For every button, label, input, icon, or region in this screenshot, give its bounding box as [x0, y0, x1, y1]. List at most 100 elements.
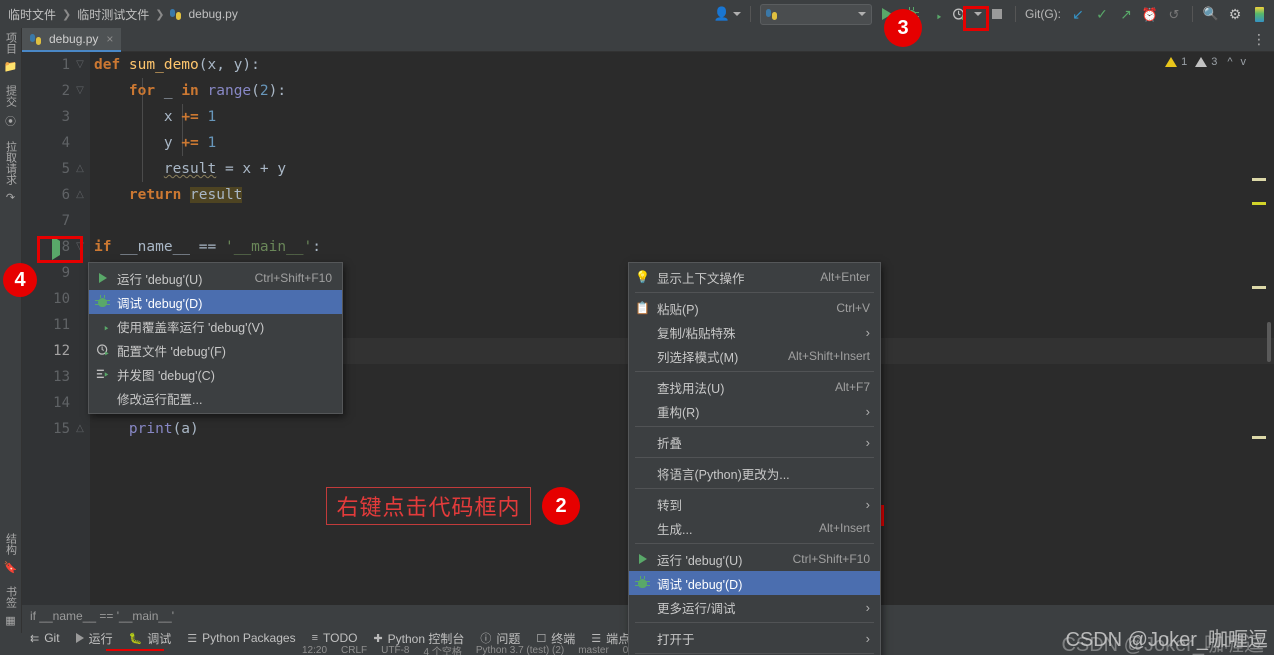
breadcrumb-item-1[interactable]: 临时测试文件	[77, 6, 149, 23]
search-icon[interactable]: 🔍	[1202, 3, 1220, 25]
status-git-branch[interactable]: master	[578, 645, 609, 655]
code-line[interactable]: 1 def sum_demo(x, y):	[22, 52, 1274, 78]
tool-window-endpoints[interactable]: ☰ 端点	[591, 630, 630, 647]
push-icon[interactable]: ↗	[1117, 3, 1135, 25]
code-line[interactable]: 4 y += 1	[22, 130, 1274, 156]
run-configuration-selector[interactable]	[760, 3, 872, 25]
tab-debug-py[interactable]: debug.py ×	[22, 28, 122, 52]
context-menu-item[interactable]: 打开于 ›	[629, 626, 880, 650]
stop-button[interactable]	[988, 3, 1006, 25]
run-with-coverage-button[interactable]	[926, 3, 944, 25]
context-menu-item[interactable]: 将语言(Python)更改为...	[629, 461, 880, 485]
context-menu-item[interactable]: 生成... Alt+Insert	[629, 516, 880, 540]
tool-window-python-packages[interactable]: ☰ Python Packages	[187, 631, 295, 645]
line-number[interactable]: 5	[22, 156, 70, 182]
close-icon[interactable]: ×	[106, 32, 113, 46]
sidebar-item-commit[interactable]: 提交	[0, 81, 21, 111]
scrollbar-marker[interactable]	[1252, 178, 1266, 181]
gear-icon[interactable]: ⚙	[1226, 3, 1244, 25]
line-number[interactable]: 4	[22, 130, 70, 156]
commit-icon[interactable]: ✓	[1093, 3, 1111, 25]
code-token: +=	[181, 135, 208, 151]
menu-item-run-debug[interactable]: 运行 'debug'(U) Ctrl+Shift+F10	[89, 266, 342, 290]
breadcrumb-item-0[interactable]: 临时文件	[8, 6, 56, 23]
tool-window-todo[interactable]: ≡ TODO	[312, 631, 358, 645]
line-number[interactable]: 6	[22, 182, 70, 208]
line-number[interactable]: 14	[22, 390, 70, 416]
line-number[interactable]: 15	[22, 416, 70, 442]
code-line[interactable]: 8 if __name__ == '__main__':	[22, 234, 1274, 260]
inspection-summary[interactable]: 1 3 ^ v	[1165, 56, 1246, 68]
code-line[interactable]: 3 x += 1	[22, 104, 1274, 130]
sidebar-item-bookmarks[interactable]: 书签	[0, 582, 21, 612]
context-menu-item[interactable]: 重构(R) ›	[629, 399, 880, 423]
tool-window-debug[interactable]: 🐛 调试	[129, 630, 172, 647]
code-line[interactable]: 2 for _ in range(2):	[22, 78, 1274, 104]
menu-item-run-with-coverage[interactable]: 使用覆盖率运行 'debug'(V)	[89, 314, 342, 338]
line-number[interactable]: 11	[22, 312, 70, 338]
fold-marker[interactable]: △	[74, 182, 86, 208]
context-menu-item[interactable]: 折叠 ›	[629, 430, 880, 454]
context-menu-item[interactable]: 列选择模式(M) Alt+Shift+Insert	[629, 344, 880, 368]
status-caret-position[interactable]: 12:20	[302, 645, 327, 655]
scrollbar-marker[interactable]	[1252, 436, 1266, 439]
editor-breadcrumb-text[interactable]: if __name__ == '__main__'	[30, 609, 174, 623]
context-menu-item[interactable]: 转到 ›	[629, 492, 880, 516]
code-line[interactable]: 6 return result	[22, 182, 1274, 208]
status-line-separator[interactable]: CRLF	[341, 645, 367, 655]
tool-window-terminal[interactable]: ☐ 终端	[536, 630, 575, 647]
scrollbar-marker[interactable]	[1252, 202, 1266, 205]
breadcrumb-item-2[interactable]: debug.py	[188, 7, 237, 21]
line-number[interactable]: 1	[22, 52, 70, 78]
code-line-text: print(a)	[94, 416, 199, 442]
scrollbar-marker[interactable]	[1252, 286, 1266, 289]
sidebar-item-project[interactable]: 项目	[0, 28, 21, 58]
sidebar-item-structure[interactable]: 结构	[0, 529, 21, 559]
gutter-run-popup-menu[interactable]: 运行 'debug'(U) Ctrl+Shift+F10 调试 'debug'(…	[88, 262, 343, 414]
context-menu-item[interactable]: 💡 显示上下文操作 Alt+Enter	[629, 265, 880, 289]
editor-context-menu[interactable]: 💡 显示上下文操作 Alt+Enter 📋 粘贴(P) Ctrl+V 复制/粘贴特殊 › 列选择…	[628, 262, 881, 655]
context-menu-item[interactable]: 更多运行/调试 ›	[629, 595, 880, 619]
menu-item-edit-configurations[interactable]: 修改运行配置...	[89, 386, 342, 410]
tool-window-problems[interactable]: ⓘ 问题	[480, 630, 520, 647]
editor-scrollbar[interactable]	[1267, 322, 1271, 362]
nav-prev-problem-icon[interactable]: ^	[1227, 56, 1232, 68]
line-number[interactable]: 13	[22, 364, 70, 390]
status-indent[interactable]: 4 个空格	[424, 645, 462, 655]
menu-item-concurrency-diagram[interactable]: 并发图 'debug'(C)	[89, 362, 342, 386]
fold-marker[interactable]: △	[74, 416, 86, 442]
status-encoding[interactable]: UTF-8	[381, 645, 409, 655]
context-menu-item[interactable]: 调试 'debug'(D)	[629, 571, 880, 595]
line-number[interactable]: 12	[22, 338, 70, 364]
menu-item-profile[interactable]: 配置文件 'debug'(F)	[89, 338, 342, 362]
line-number[interactable]: 3	[22, 104, 70, 130]
code-token: in	[181, 83, 208, 99]
sidebar-item-pull-requests[interactable]: 拉取请求	[0, 137, 21, 189]
context-menu-item[interactable]: 运行 'debug'(U) Ctrl+Shift+F10	[629, 547, 880, 571]
toolbar-divider	[1015, 6, 1016, 22]
code-line-text: result = x + y	[94, 156, 286, 182]
line-number[interactable]: 7	[22, 208, 70, 234]
context-menu-item[interactable]: 📋 粘贴(P) Ctrl+V	[629, 296, 880, 320]
fold-marker[interactable]: ▽	[74, 52, 86, 78]
status-interpreter[interactable]: Python 3.7 (test) (2)	[476, 645, 564, 655]
nav-next-problem-icon[interactable]: v	[1241, 56, 1247, 68]
code-line[interactable]: 7	[22, 208, 1274, 234]
user-avatar-icon[interactable]: 👤	[714, 3, 741, 25]
fold-marker[interactable]: △	[74, 156, 86, 182]
rollback-icon[interactable]: ↺	[1165, 3, 1183, 25]
chevron-down-icon[interactable]	[858, 12, 866, 16]
tool-window-run[interactable]: 运行	[75, 630, 113, 647]
update-project-icon[interactable]: ↙	[1069, 3, 1087, 25]
code-line[interactable]: 5 result = x + y	[22, 156, 1274, 182]
tab-options-icon[interactable]: ⋮	[1244, 28, 1274, 52]
menu-item-debug-debug[interactable]: 调试 'debug'(D)	[89, 290, 342, 314]
tool-window-python-console[interactable]: ✚ Python 控制台	[373, 630, 464, 647]
history-icon[interactable]: ⏰	[1141, 3, 1159, 25]
line-number[interactable]: 2	[22, 78, 70, 104]
fold-marker[interactable]: ▽	[74, 78, 86, 104]
context-menu-item[interactable]: 查找用法(U) Alt+F7	[629, 375, 880, 399]
tool-window-git[interactable]: ⇇ Git	[30, 631, 60, 645]
context-menu-item[interactable]: 复制/粘贴特殊 ›	[629, 320, 880, 344]
